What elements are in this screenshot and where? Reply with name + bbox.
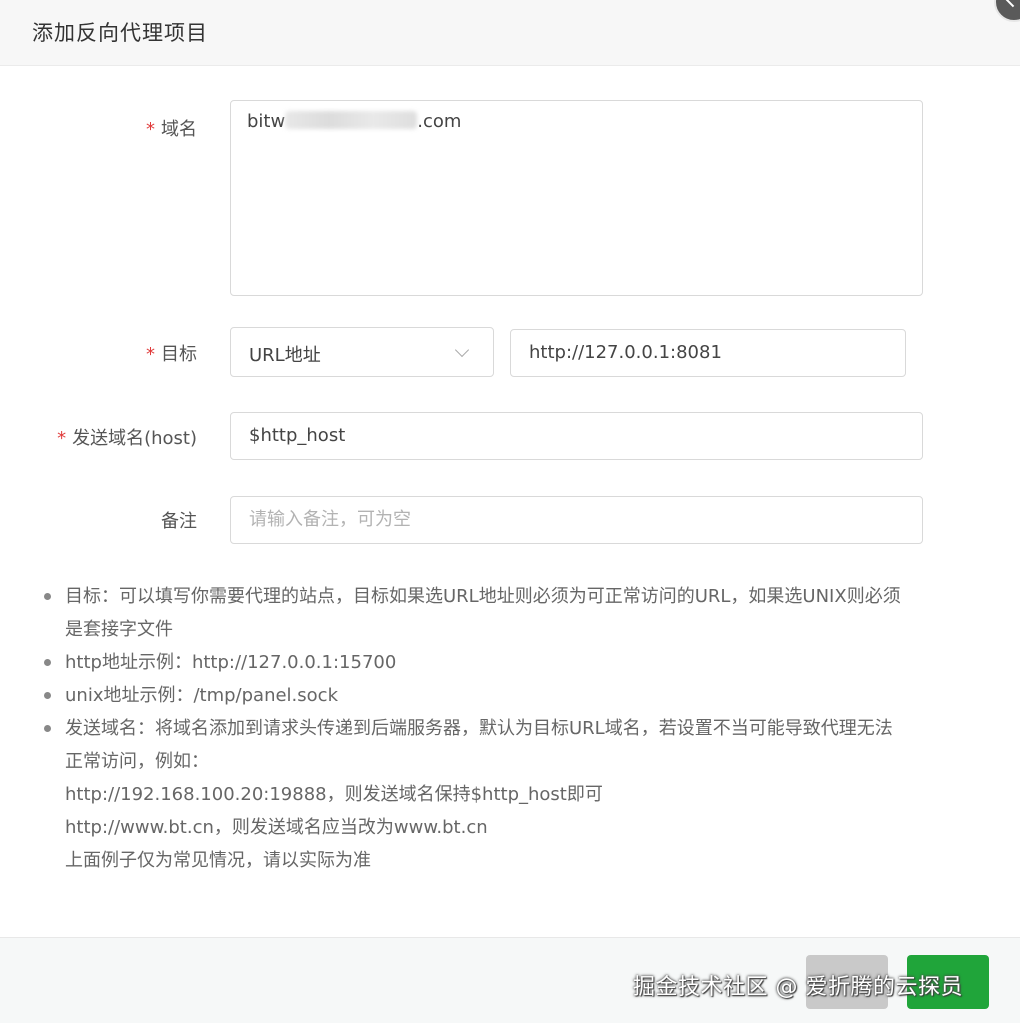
host-input[interactable]: $http_host xyxy=(230,412,923,460)
chevron-down-icon xyxy=(454,342,470,358)
help-tips: 目标：可以填写你需要代理的站点，目标如果选URL地址则必须为可正常访问的URL，… xyxy=(44,580,994,877)
required-mark: * xyxy=(146,119,155,140)
target-type-select[interactable]: URL地址 xyxy=(230,327,494,377)
remark-label: 备注 xyxy=(161,511,197,532)
domain-textarea[interactable]: bitw .com xyxy=(230,100,923,296)
tip-item-continued: http://192.168.100.20:19888，则发送域名保持$http… xyxy=(65,784,603,805)
target-url-input[interactable]: http://127.0.0.1:8081 xyxy=(510,329,906,377)
domain-value-prefix: bitw xyxy=(247,111,286,132)
domain-label: * 域名 xyxy=(146,119,197,140)
tip-item-continued: 是套接字文件 xyxy=(65,619,173,640)
tip-item: 发送域名：将域名添加到请求头传递到后端服务器，默认为目标URL域名，若设置不当可… xyxy=(44,712,994,745)
tip-item: unix地址示例：/tmp/panel.sock xyxy=(44,679,994,712)
tip-item-continued: http://www.bt.cn，则发送域名应当改为www.bt.cn xyxy=(65,817,488,838)
remark-input[interactable]: 请输入备注，可为空 xyxy=(230,496,923,544)
host-label: * 发送域名(host) xyxy=(57,428,197,449)
add-reverse-proxy-dialog: 添加反向代理项目 * 域名 bitw .com * 目标 URL地址 http://1… xyxy=(0,0,1020,1023)
redacted-blur xyxy=(285,111,418,129)
tip-item-continued: 正常访问，例如： xyxy=(65,751,209,772)
required-mark: * xyxy=(57,428,67,449)
target-label: * 目标 xyxy=(146,344,197,365)
tip-item: http地址示例：http://127.0.0.1:15700 xyxy=(44,646,994,679)
tip-item: 目标：可以填写你需要代理的站点，目标如果选URL地址则必须为可正常访问的URL，… xyxy=(44,580,994,613)
target-type-value: URL地址 xyxy=(249,345,321,366)
required-mark: * xyxy=(146,344,155,365)
tip-item-continued: 上面例子仅为常见情况，请以实际为准 xyxy=(65,850,371,871)
dialog-header: 添加反向代理项目 xyxy=(0,0,1020,66)
dialog-title: 添加反向代理项目 xyxy=(32,21,208,45)
dialog-footer: 掘金技术社区 @ 爱折腾的云探员 xyxy=(0,937,1020,1023)
watermark: 掘金技术社区 @ 爱折腾的云探员 xyxy=(633,975,963,1000)
domain-value-suffix: .com xyxy=(417,111,462,132)
